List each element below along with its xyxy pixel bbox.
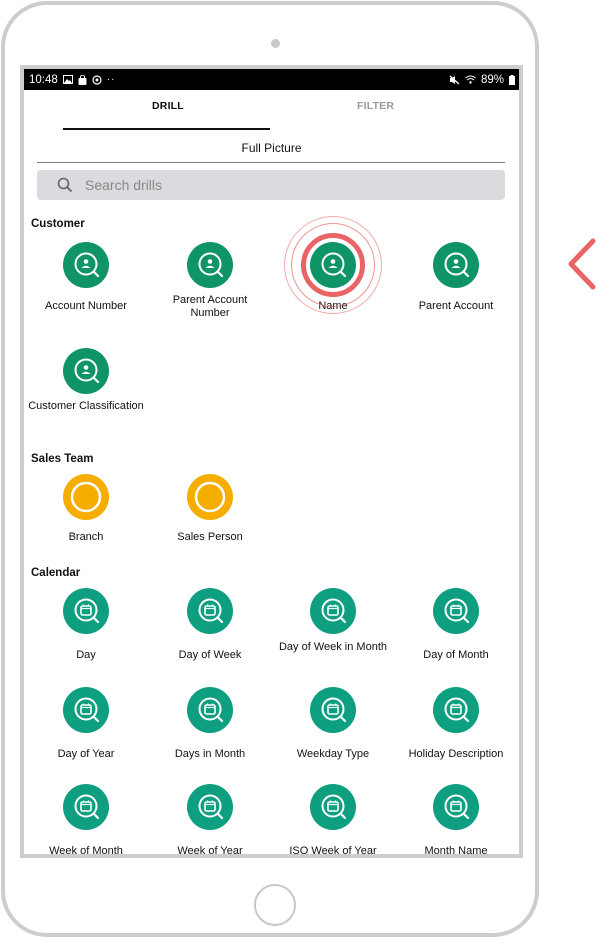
calendar-search-icon [433, 588, 479, 634]
drill-item-day[interactable]: Day [24, 588, 148, 662]
drill-item-label: Parent Account [418, 300, 494, 312]
calendar-search-icon [187, 588, 233, 634]
drill-item-label: Month Name [424, 845, 488, 857]
home-button[interactable] [254, 884, 296, 926]
drill-item-label: Holiday Description [408, 748, 504, 760]
drill-item-weekday-type[interactable]: Weekday Type [271, 687, 395, 761]
battery-percent: 89% [480, 73, 504, 86]
chevron-left-icon[interactable] [566, 238, 596, 290]
more-dots-icon: ·· [106, 74, 116, 85]
tab-drill[interactable]: DRILL [152, 100, 184, 112]
person-search-icon [63, 348, 109, 394]
screen: 10:48 ·· 89% DRILL FILTER Full Picture C… [20, 65, 523, 858]
drill-item-label: Branch [68, 531, 104, 543]
drill-item-days-in-month[interactable]: Days in Month [148, 687, 272, 761]
drill-item-label: Parent Account Number [172, 294, 248, 319]
ring-icon [187, 474, 233, 520]
drill-item-month-name[interactable]: Month Name [394, 784, 518, 857]
page-subtitle: Full Picture [241, 141, 302, 155]
person-search-icon [433, 242, 479, 288]
drill-item-label: Day of Year [57, 748, 115, 760]
shopping-bag-icon [78, 74, 87, 85]
battery-icon [509, 74, 515, 85]
calendar-search-icon [433, 687, 479, 733]
drill-item-parent-account[interactable]: Parent Account [394, 242, 518, 313]
drill-item-label: Day [76, 649, 96, 661]
drill-item-account-number[interactable]: Account Number [24, 242, 148, 313]
drill-item-label: Week of Month [49, 845, 123, 857]
drill-item-label: Customer Classification [28, 400, 144, 412]
calendar-search-icon [63, 588, 109, 634]
person-search-icon [187, 242, 233, 288]
drill-item-name[interactable]: Name [271, 216, 395, 314]
section-title-customer: Customer [31, 218, 85, 230]
drill-item-parent-account-number[interactable]: Parent Account Number [148, 242, 272, 320]
drill-item-customer-classification[interactable]: Customer Classification [24, 348, 148, 413]
drill-item-label: Account Number [45, 300, 127, 312]
image-icon [62, 75, 73, 84]
person-search-icon [63, 242, 109, 288]
wifi-icon [465, 75, 476, 84]
sync-icon [92, 74, 102, 85]
calendar-search-icon [187, 687, 233, 733]
drill-item-label: Days in Month [174, 748, 246, 760]
calendar-search-icon [187, 784, 233, 830]
drill-item-week-of-month[interactable]: Week of Month [24, 784, 148, 857]
camera-dot [271, 39, 280, 48]
drill-item-label: Day of Week in Month [278, 641, 387, 653]
drill-item-label: Week of Year [177, 845, 243, 857]
drill-item-label: Sales Person [177, 531, 243, 543]
person-search-icon [284, 216, 382, 314]
section-title-calendar: Calendar [31, 567, 81, 579]
tab-filter[interactable]: FILTER [357, 100, 394, 112]
drill-item-iso-week-of-year[interactable]: ISO Week of Year [271, 784, 395, 857]
calendar-search-icon [310, 687, 356, 733]
status-time: 10:48 [29, 73, 58, 86]
drill-item-day-of-week-in-month[interactable]: Day of Week in Month [271, 588, 395, 654]
mute-icon [449, 75, 460, 84]
drill-item-label: ISO Week of Year [289, 845, 377, 857]
calendar-search-icon [63, 687, 109, 733]
search-icon [57, 177, 73, 193]
drill-item-sales-person[interactable]: Sales Person [148, 474, 272, 544]
section-title-sales-team: Sales Team [31, 453, 94, 465]
drill-item-label: Day of Month [423, 649, 489, 661]
divider [37, 162, 505, 163]
search-input[interactable] [85, 177, 445, 193]
calendar-search-icon [433, 784, 479, 830]
drill-item-branch[interactable]: Branch [24, 474, 148, 544]
drill-item-day-of-week[interactable]: Day of Week [148, 588, 272, 662]
drill-item-holiday-description[interactable]: Holiday Description [394, 687, 518, 761]
calendar-search-icon [310, 588, 356, 634]
drill-item-day-of-month[interactable]: Day of Month [394, 588, 518, 662]
calendar-search-icon [63, 784, 109, 830]
drill-item-label: Day of Week [178, 649, 242, 661]
calendar-search-icon [310, 784, 356, 830]
active-tab-indicator [63, 128, 270, 130]
drill-item-label: Weekday Type [296, 748, 370, 760]
tab-bar: DRILL FILTER [24, 90, 519, 130]
status-bar: 10:48 ·· 89% [24, 69, 519, 90]
ring-icon [63, 474, 109, 520]
search-bar[interactable] [37, 170, 505, 200]
drill-item-week-of-year[interactable]: Week of Year [148, 784, 272, 857]
drill-item-day-of-year[interactable]: Day of Year [24, 687, 148, 761]
